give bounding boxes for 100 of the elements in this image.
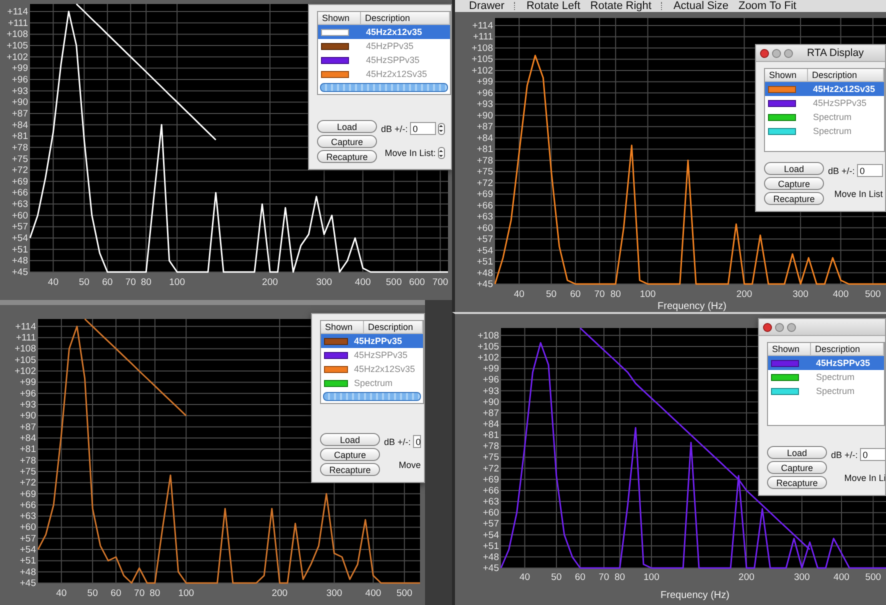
y-tick-label: +105 bbox=[472, 54, 493, 66]
x-tick-label: 60 bbox=[102, 277, 113, 288]
x-tick-label: 100 bbox=[644, 572, 660, 583]
y-tick-label: +99 bbox=[12, 63, 28, 74]
x-tick-label: 300 bbox=[792, 289, 808, 300]
x-tick-label: 500 bbox=[386, 277, 402, 288]
x-tick-label: 500 bbox=[865, 572, 882, 583]
x-tick-label: 400 bbox=[832, 289, 849, 300]
y-tick-label: +48 bbox=[20, 566, 36, 578]
y-tick-label: +111 bbox=[8, 18, 28, 29]
y-tick-label: +48 bbox=[482, 552, 499, 563]
y-tick-label: +60 bbox=[476, 222, 493, 234]
y-tick-label: +75 bbox=[12, 154, 28, 165]
y-tick-label: +96 bbox=[20, 388, 36, 400]
y-tick-label: +57 bbox=[20, 533, 36, 544]
y-tick-label: +75 bbox=[476, 166, 493, 178]
x-axis-title: Frequency (Hz) bbox=[658, 301, 726, 312]
y-tick-label: +93 bbox=[12, 86, 28, 97]
db-label: dB +/-: bbox=[831, 450, 858, 460]
y-tick-label: +48 bbox=[12, 256, 28, 267]
x-tick-label: 40 bbox=[48, 277, 58, 288]
y-tick-label: +108 bbox=[478, 330, 499, 342]
y-tick-label: +81 bbox=[12, 131, 28, 142]
y-tick-label: +69 bbox=[476, 189, 493, 200]
x-tick-label: 500 bbox=[865, 289, 881, 300]
y-tick-label: +111 bbox=[473, 32, 493, 43]
y-tick-label: +84 bbox=[482, 419, 499, 430]
x-tick-label: 100 bbox=[640, 289, 656, 300]
y-tick-label: +45 bbox=[482, 563, 499, 574]
y-tick-label: +78 bbox=[20, 455, 36, 466]
y-tick-label: +57 bbox=[482, 518, 499, 530]
x-tick-label: 80 bbox=[150, 588, 160, 599]
db-label: dB +/-: bbox=[381, 124, 408, 134]
y-tick-label: +99 bbox=[20, 377, 36, 388]
y-tick-label: +90 bbox=[482, 396, 499, 408]
y-tick-label: +93 bbox=[476, 99, 493, 110]
window-title: RTA Display bbox=[807, 47, 864, 59]
y-tick-label: +102 bbox=[14, 366, 36, 378]
y-tick-label: +114 bbox=[15, 321, 36, 332]
x-tick-label: 50 bbox=[87, 588, 98, 599]
x-tick-label: 400 bbox=[834, 572, 850, 583]
y-tick-label: +51 bbox=[20, 556, 36, 567]
move-label: Move In List: bbox=[384, 148, 436, 158]
y-tick-label: +54 bbox=[482, 530, 499, 541]
y-tick-label: +54 bbox=[12, 233, 28, 244]
x-tick-label: 70 bbox=[125, 277, 136, 288]
y-tick-label: +69 bbox=[12, 176, 28, 188]
y-tick-label: +84 bbox=[20, 432, 36, 444]
x-tick-label: 80 bbox=[614, 572, 626, 583]
x-tick-label: 70 bbox=[134, 588, 145, 599]
y-tick-label: +57 bbox=[12, 222, 28, 233]
y-tick-label: +63 bbox=[20, 511, 36, 522]
x-tick-label: 300 bbox=[794, 572, 810, 583]
x-tick-label: 50 bbox=[546, 289, 557, 300]
y-tick-label: +45 bbox=[20, 578, 36, 589]
x-tick-label: 40 bbox=[56, 588, 67, 599]
y-tick-label: +78 bbox=[476, 155, 493, 166]
y-tick-label: +84 bbox=[12, 120, 28, 131]
move-label: Move bbox=[398, 460, 421, 470]
y-tick-label: +72 bbox=[12, 165, 28, 176]
x-tick-label: 70 bbox=[598, 572, 610, 583]
x-tick-label: 200 bbox=[738, 572, 754, 583]
y-tick-label: +51 bbox=[482, 540, 499, 552]
y-tick-label: +114 bbox=[7, 6, 28, 18]
y-tick-label: +105 bbox=[6, 40, 28, 52]
y-tick-label: +72 bbox=[476, 178, 493, 189]
y-tick-label: +45 bbox=[476, 279, 493, 290]
y-tick-label: +75 bbox=[20, 466, 36, 478]
y-tick-label: +63 bbox=[12, 199, 28, 210]
y-tick-label: +66 bbox=[20, 500, 36, 511]
y-tick-label: +45 bbox=[12, 267, 28, 278]
y-tick-label: +87 bbox=[20, 422, 36, 433]
x-axis-title: Frequency (Hz) bbox=[660, 590, 730, 601]
db-label: dB +/-: bbox=[828, 166, 855, 176]
x-tick-label: 500 bbox=[396, 588, 412, 599]
y-tick-label: +60 bbox=[20, 522, 36, 534]
y-tick-label: +96 bbox=[12, 74, 28, 86]
y-tick-label: +54 bbox=[20, 544, 36, 556]
x-tick-label: 200 bbox=[272, 588, 288, 599]
y-tick-label: +51 bbox=[476, 256, 493, 268]
x-tick-label: 200 bbox=[736, 289, 752, 300]
y-tick-label: +96 bbox=[482, 374, 499, 386]
x-tick-label: 40 bbox=[514, 289, 524, 300]
y-tick-label: +54 bbox=[476, 245, 493, 256]
x-tick-label: 100 bbox=[178, 588, 194, 599]
x-tick-label: 300 bbox=[316, 277, 332, 288]
y-tick-label: +114 bbox=[472, 20, 493, 32]
y-tick-label: +108 bbox=[14, 344, 36, 355]
x-tick-label: 60 bbox=[570, 289, 581, 300]
x-tick-label: 40 bbox=[519, 572, 530, 583]
y-tick-label: +93 bbox=[20, 400, 36, 411]
y-tick-label: +90 bbox=[12, 97, 28, 108]
move-label: Move In List bbox=[834, 189, 883, 199]
y-tick-label: +48 bbox=[476, 268, 493, 279]
x-tick-label: 200 bbox=[262, 277, 278, 288]
x-tick-label: 80 bbox=[610, 289, 621, 300]
y-tick-label: +72 bbox=[20, 478, 36, 489]
x-tick-label: 80 bbox=[140, 277, 152, 288]
y-tick-label: +66 bbox=[476, 200, 493, 212]
y-tick-label: +51 bbox=[12, 244, 28, 256]
